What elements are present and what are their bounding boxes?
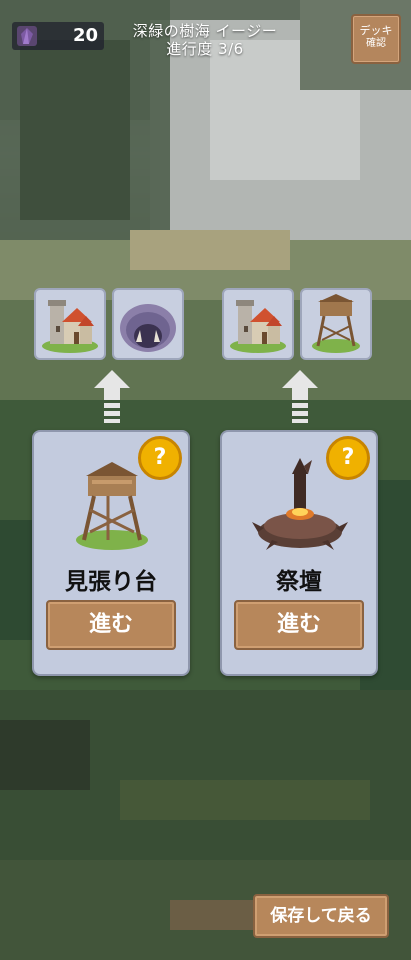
preview-cave — [112, 288, 184, 360]
proceed-button[interactable]: 進む — [234, 600, 364, 650]
proceed-button[interactable]: 進む — [46, 600, 176, 650]
choice-name: 見張り台 — [65, 569, 157, 595]
currency-display: 20 — [12, 22, 104, 50]
crystal-icon — [17, 26, 37, 46]
choice-card-altar[interactable]: ? 祭壇 進む — [220, 430, 378, 676]
choice-name: 祭壇 — [276, 569, 322, 595]
save-and-return-button[interactable]: 保存して戻る — [253, 894, 389, 938]
help-badge[interactable]: ? — [326, 436, 370, 480]
game-screen: 20 深緑の樹海 イージー 進行度 3/6 デッキ 確認 ? 見張り台 進む ?… — [0, 0, 411, 960]
help-badge[interactable]: ? — [138, 436, 182, 480]
stage-title: 深緑の樹海 イージー 進行度 3/6 — [110, 22, 300, 58]
preview-castle-right — [222, 288, 294, 360]
deck-button-label-1: デッキ — [359, 24, 393, 37]
progress-text: 進行度 3/6 — [166, 40, 244, 58]
deck-check-button[interactable]: デッキ 確認 — [351, 14, 401, 64]
currency-amount: 20 — [72, 25, 98, 46]
up-arrow-icon-right — [282, 370, 318, 423]
cave-icon — [120, 304, 176, 352]
up-arrow-icon-left — [94, 370, 130, 423]
preview-watchtower — [300, 288, 372, 360]
preview-castle-left — [34, 288, 106, 360]
choice-card-watchtower[interactable]: ? 見張り台 進む — [32, 430, 190, 676]
area-name: 深緑の樹海 イージー — [132, 22, 278, 40]
castle-icon — [42, 300, 98, 353]
deck-button-label-2: 確認 — [366, 38, 386, 49]
castle-icon — [230, 300, 286, 353]
watchtower-icon — [312, 294, 360, 353]
